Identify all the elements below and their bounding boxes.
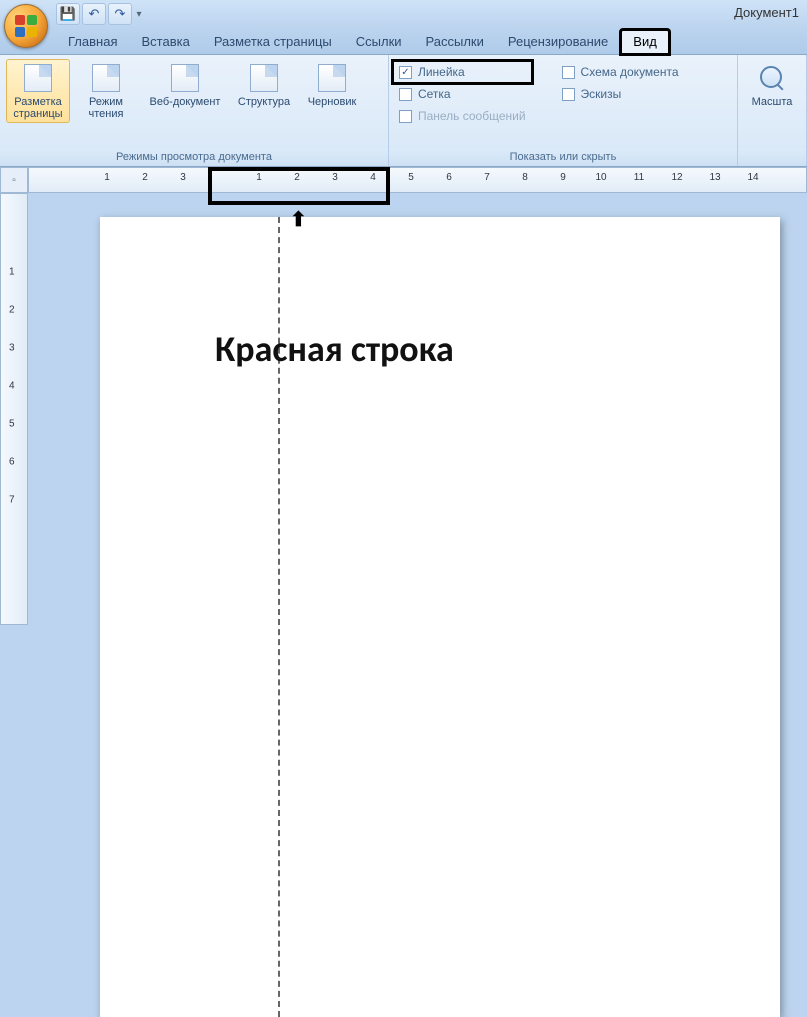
message-bar-label: Панель сообщений: [418, 109, 526, 123]
ruler-tick-label: 1: [256, 172, 262, 183]
quick-access-toolbar: 💾 ↶ ↷ ▾: [56, 3, 144, 25]
print-layout-button[interactable]: Разметка страницы: [6, 59, 70, 123]
draft-button[interactable]: Черновик: [300, 59, 364, 111]
zoom-button[interactable]: Масшта: [744, 59, 800, 111]
ruler-tick-label: 5: [408, 172, 414, 183]
ruler-tick-label: 4: [370, 172, 376, 183]
group-views-label: Режимы просмотра документа: [0, 149, 388, 166]
doc-map-checkbox[interactable]: Схема документа: [558, 63, 683, 81]
message-bar-checkbox: Панель сообщений: [395, 107, 530, 125]
group-zoom-label: [738, 149, 806, 166]
ruler-tick-label: 9: [560, 172, 566, 183]
title-bar: 💾 ↶ ↷ ▾ Документ1: [0, 0, 807, 28]
tab-references[interactable]: Ссылки: [344, 30, 414, 54]
save-button[interactable]: 💾: [56, 3, 80, 25]
ruler-tick-label: 1: [9, 267, 15, 278]
doc-map-label: Схема документа: [581, 65, 679, 79]
redo-button[interactable]: ↷: [108, 3, 132, 25]
group-document-views: Разметка страницы Режим чтения Веб-докум…: [0, 55, 389, 166]
ruler-tick-label: 5: [9, 419, 15, 430]
ruler-tick-label: 11: [634, 172, 644, 183]
ruler-label: Линейка: [418, 65, 465, 79]
checkbox-icon: [399, 88, 412, 101]
ruler-tick-label: 7: [9, 495, 15, 506]
ruler-tick-label: 6: [446, 172, 452, 183]
ruler-tick-label: 4: [9, 381, 15, 392]
draft-icon: [316, 62, 348, 94]
ruler-checkbox[interactable]: ✓ Линейка: [395, 63, 530, 81]
document-heading[interactable]: Красная строка: [215, 327, 454, 371]
workspace: ▫ 1231234567891011121314 1234567 Красная…: [0, 167, 807, 625]
undo-button[interactable]: ↶: [82, 3, 106, 25]
office-logo-icon: [15, 15, 37, 37]
print-layout-icon: [22, 62, 54, 94]
group-show-hide: ✓ Линейка Сетка Панель сообщений Схема д…: [389, 55, 738, 166]
ruler-corner: ▫: [0, 167, 28, 193]
horizontal-ruler[interactable]: 1231234567891011121314: [28, 167, 807, 193]
group-show-hide-label: Показать или скрыть: [389, 149, 737, 166]
thumbnails-checkbox[interactable]: Эскизы: [558, 85, 683, 103]
outline-label: Структура: [238, 96, 290, 108]
print-layout-label: Разметка страницы: [7, 96, 69, 120]
web-layout-button[interactable]: Веб-документ: [142, 59, 228, 111]
ribbon-tabs: Главная Вставка Разметка страницы Ссылки…: [0, 28, 807, 55]
checkbox-icon: [562, 88, 575, 101]
checkbox-checked-icon: ✓: [399, 66, 412, 79]
ruler-tick-label: 12: [671, 172, 682, 183]
annotation-arrow-icon: ⬆: [290, 207, 307, 232]
reading-label: Режим чтения: [75, 96, 137, 120]
ruler-tick-label: 3: [180, 172, 186, 183]
checkbox-icon: [399, 110, 412, 123]
reading-layout-button[interactable]: Режим чтения: [74, 59, 138, 123]
qat-dropdown[interactable]: ▾: [134, 9, 144, 20]
outline-icon: [248, 62, 280, 94]
ruler-tick-label: 6: [9, 457, 15, 468]
ruler-tick-label: 2: [142, 172, 148, 183]
page[interactable]: Красная строка: [100, 217, 780, 1017]
checkbox-icon: [562, 66, 575, 79]
tab-insert[interactable]: Вставка: [129, 30, 201, 54]
zoom-label: Масшта: [752, 96, 793, 108]
web-label: Веб-документ: [150, 96, 221, 108]
ruler-tick-label: 3: [9, 343, 15, 354]
vertical-ruler[interactable]: 1 2 3 4 5 6 7: [0, 193, 28, 625]
tab-review[interactable]: Рецензирование: [496, 30, 620, 54]
zoom-icon: [756, 62, 788, 94]
draft-label: Черновик: [308, 96, 357, 108]
tab-home[interactable]: Главная: [56, 30, 129, 54]
document-title: Документ1: [734, 5, 799, 20]
tab-mailings[interactable]: Рассылки: [414, 30, 496, 54]
tab-page-layout[interactable]: Разметка страницы: [202, 30, 344, 54]
ruler-tick-label: 7: [484, 172, 490, 183]
ruler-tick-label: 2: [294, 172, 300, 183]
ruler-tick-label: 10: [595, 172, 606, 183]
group-zoom: Масшта: [738, 55, 807, 166]
ruler-tick-label: 13: [709, 172, 720, 183]
ruler-tick-label: 8: [522, 172, 528, 183]
ruler-tick-label: 3: [332, 172, 338, 183]
ruler-tick-label: 2: [9, 305, 15, 316]
thumbnails-label: Эскизы: [581, 87, 622, 101]
reading-icon: [90, 62, 122, 94]
web-icon: [169, 62, 201, 94]
gridlines-checkbox[interactable]: Сетка: [395, 85, 530, 103]
ribbon: Разметка страницы Режим чтения Веб-докум…: [0, 55, 807, 167]
outline-button[interactable]: Структура: [232, 59, 296, 111]
tab-view[interactable]: Вид: [620, 29, 670, 55]
office-button[interactable]: [4, 4, 48, 48]
ruler-tick-label: 14: [747, 172, 758, 183]
ruler-tick-label: 1: [104, 172, 110, 183]
gridlines-label: Сетка: [418, 87, 451, 101]
